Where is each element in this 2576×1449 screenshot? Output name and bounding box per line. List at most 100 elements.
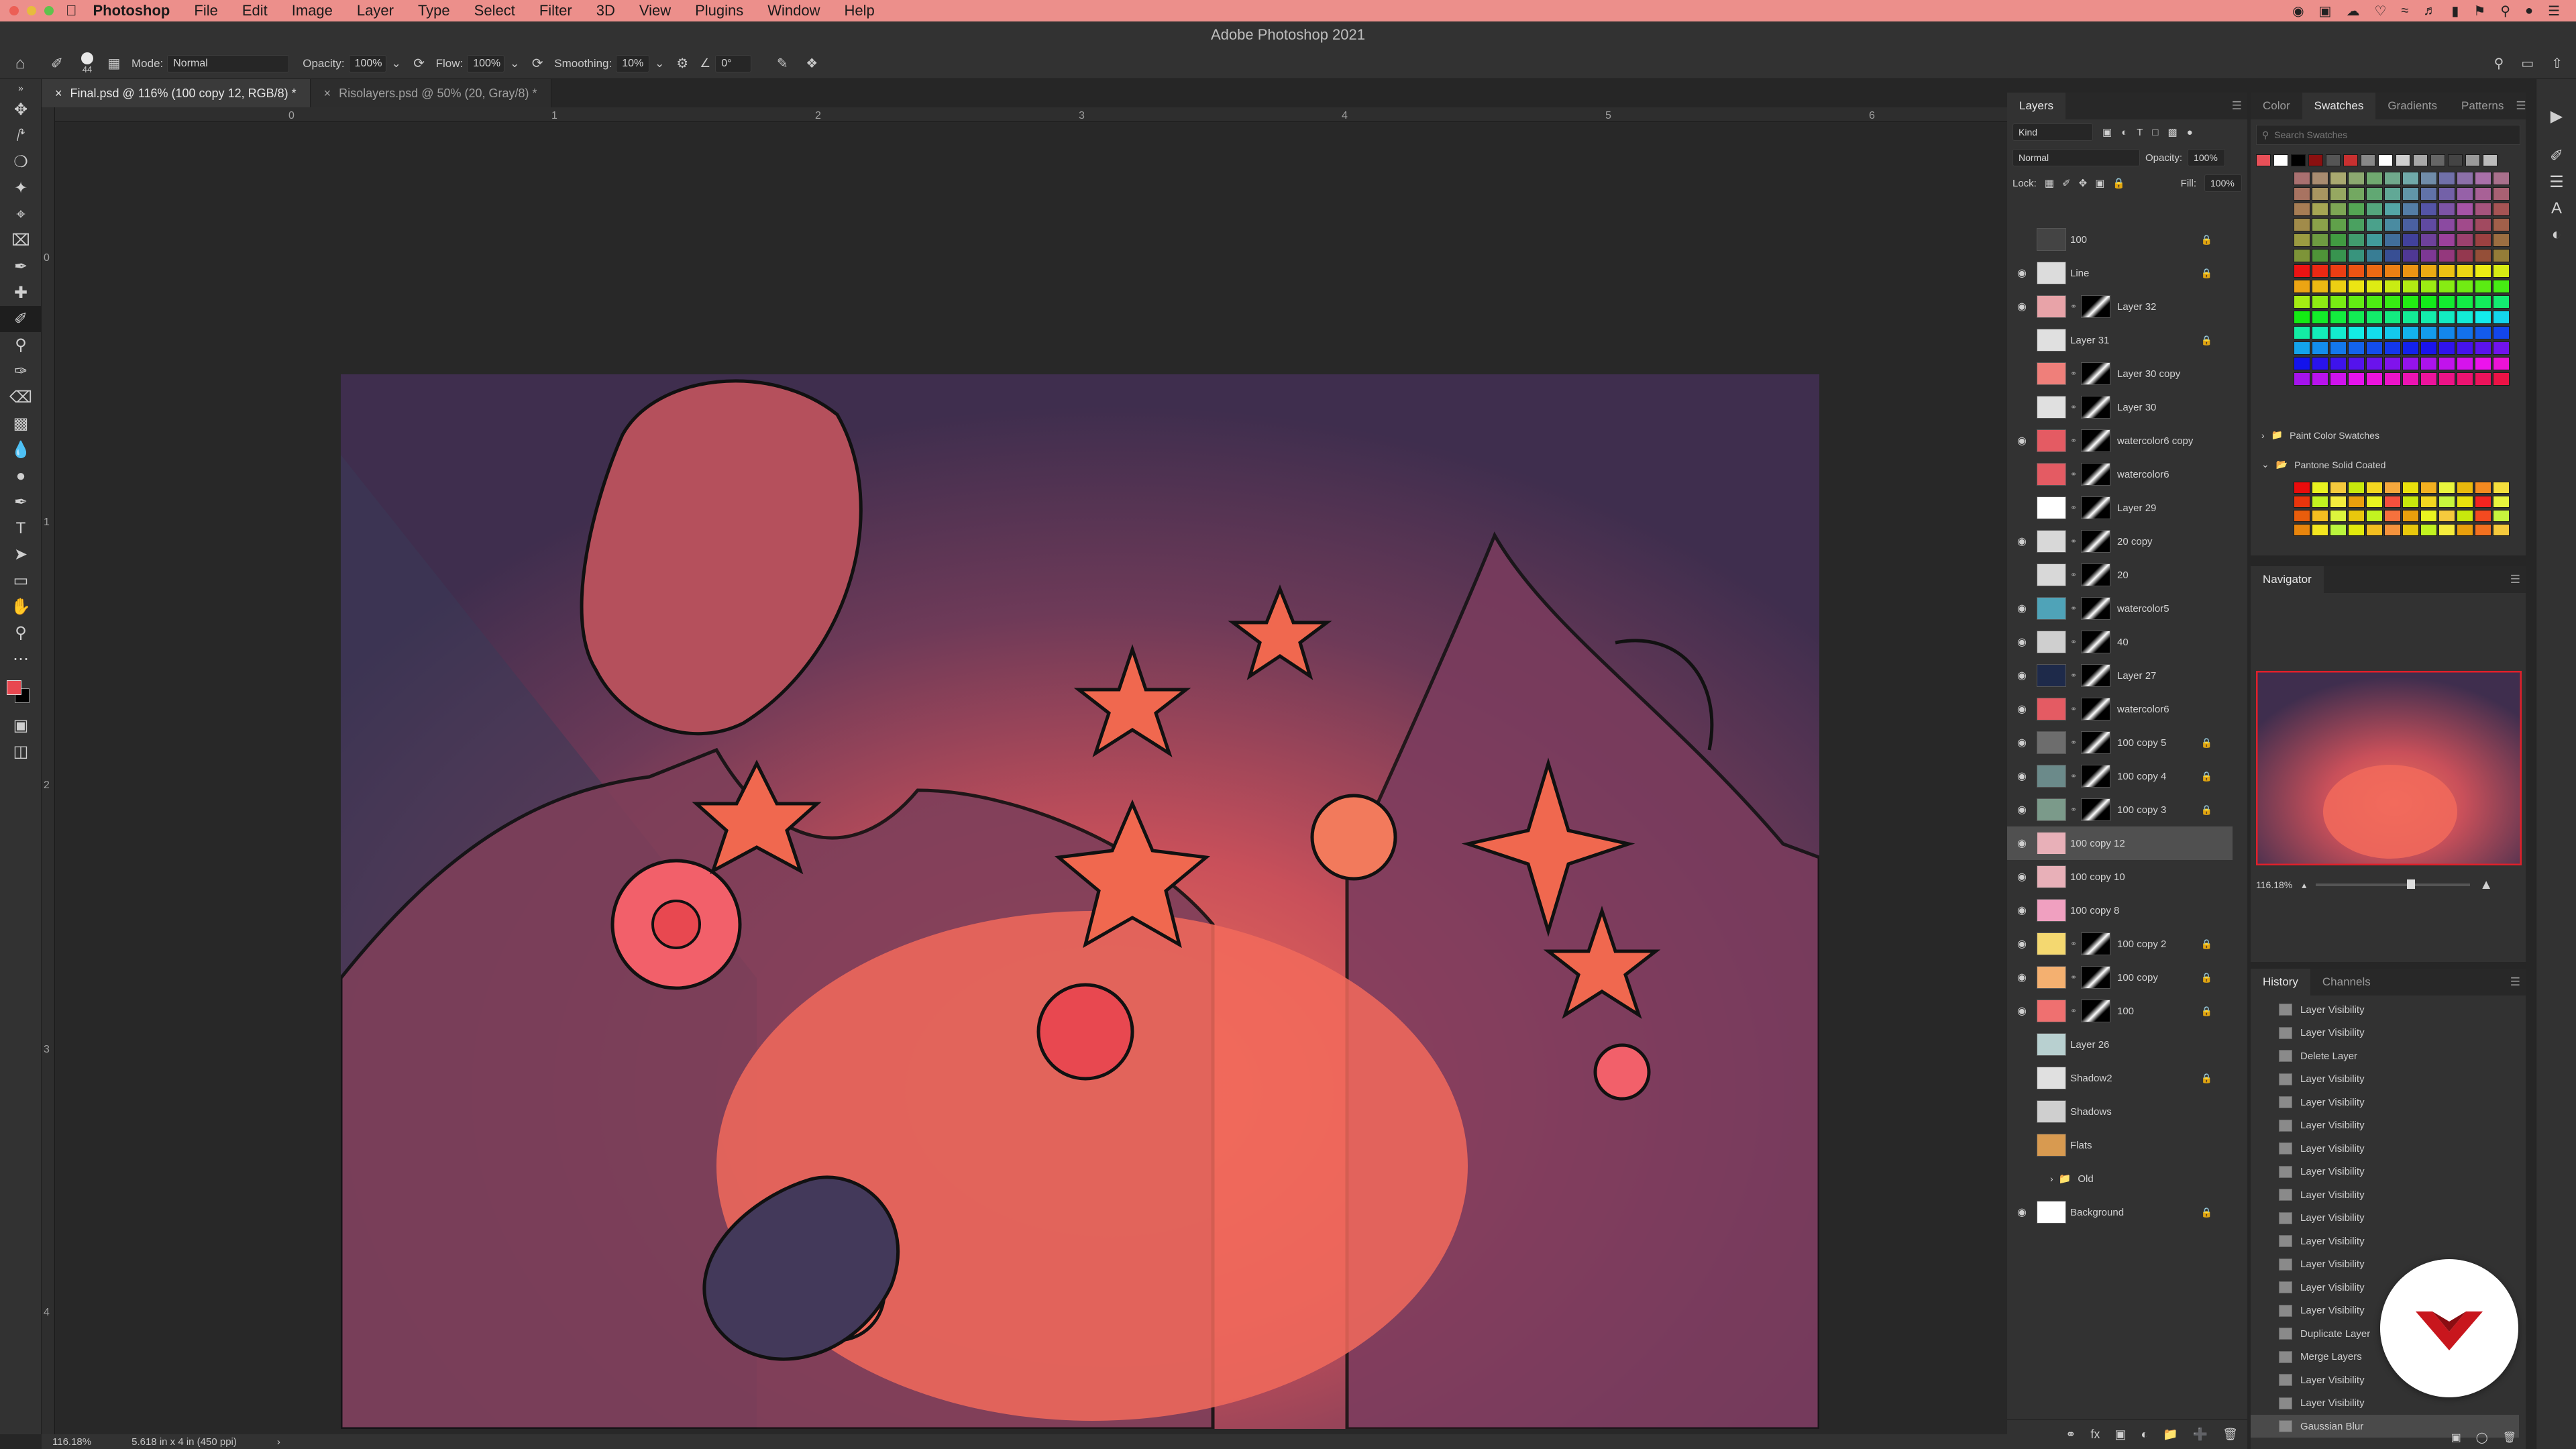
recent-swatch[interactable]: [2256, 154, 2271, 166]
lock-artboard-icon[interactable]: ▣: [2095, 177, 2104, 189]
mask-link-icon[interactable]: ⚭: [2070, 738, 2078, 747]
color-swatch[interactable]: [2366, 233, 2383, 247]
recent-swatch[interactable]: [2378, 154, 2393, 166]
color-swatches[interactable]: [0, 672, 42, 712]
visibility-eye-icon[interactable]: ◉: [2007, 971, 2037, 984]
color-swatch[interactable]: [2384, 326, 2401, 339]
color-swatch[interactable]: [2420, 249, 2437, 262]
tab-layers[interactable]: Layers: [2007, 93, 2066, 119]
zoom-level[interactable]: 116.18%: [52, 1436, 91, 1448]
mask-link-icon[interactable]: ⚭: [2070, 537, 2078, 546]
pantone-swatch[interactable]: [2294, 482, 2310, 494]
pen-tool-icon[interactable]: ✒: [0, 489, 42, 515]
pantone-swatch[interactable]: [2420, 510, 2437, 522]
color-swatch[interactable]: [2402, 172, 2419, 185]
zoom-slider-thumb[interactable]: [2407, 879, 2416, 889]
color-swatch[interactable]: [2294, 372, 2310, 386]
history-state[interactable]: Layer Visibility: [2251, 1183, 2519, 1206]
color-swatch[interactable]: [2312, 280, 2328, 293]
color-swatch[interactable]: [2493, 218, 2510, 231]
color-swatch[interactable]: [2402, 218, 2419, 231]
pantone-swatch[interactable]: [2402, 524, 2419, 536]
pantone-swatch[interactable]: [2366, 524, 2383, 536]
layer-row[interactable]: Shadows: [2007, 1095, 2233, 1128]
color-swatch[interactable]: [2294, 203, 2310, 216]
history-state[interactable]: Layer Visibility: [2251, 1207, 2519, 1230]
color-swatch[interactable]: [2457, 264, 2473, 278]
recent-swatch[interactable]: [2483, 154, 2498, 166]
pantone-swatch[interactable]: [2294, 510, 2310, 522]
zoom-in-icon[interactable]: ▲: [2479, 877, 2493, 893]
mode-select[interactable]: Normal: [167, 54, 290, 72]
color-swatch[interactable]: [2402, 326, 2419, 339]
layer-thumbnail[interactable]: [2037, 1000, 2066, 1022]
color-swatch[interactable]: [2475, 341, 2491, 355]
color-swatch[interactable]: [2402, 187, 2419, 201]
volume-icon[interactable]: ♬: [2423, 3, 2436, 19]
color-swatch[interactable]: [2475, 264, 2491, 278]
color-swatch[interactable]: [2384, 249, 2401, 262]
path-select-tool-icon[interactable]: ➤: [0, 541, 42, 568]
color-swatch[interactable]: [2384, 218, 2401, 231]
visibility-eye-icon[interactable]: ◉: [2007, 535, 2037, 548]
tab-history[interactable]: History: [2251, 969, 2310, 996]
menu-plugins[interactable]: Plugins: [695, 2, 743, 19]
apple-icon[interactable]: : [66, 2, 77, 19]
layer-mask-thumbnail[interactable]: [2081, 530, 2110, 553]
pantone-swatch[interactable]: [2330, 482, 2347, 494]
pantone-swatch[interactable]: [2493, 524, 2510, 536]
pantone-swatch[interactable]: [2475, 496, 2491, 508]
pantone-swatch[interactable]: [2384, 496, 2401, 508]
gradient-tool-icon[interactable]: ▩: [0, 411, 42, 437]
color-swatch[interactable]: [2366, 218, 2383, 231]
color-swatch[interactable]: [2402, 233, 2419, 247]
layer-thumbnail[interactable]: [2037, 295, 2066, 318]
layer-row[interactable]: ◉ 100 copy 8: [2007, 894, 2233, 927]
color-swatch[interactable]: [2366, 280, 2383, 293]
layer-mask-thumbnail[interactable]: [2081, 597, 2110, 620]
crop-tool-icon[interactable]: ⌖: [0, 201, 42, 227]
filter-toggle-icon[interactable]: ●: [2187, 127, 2193, 138]
color-swatch[interactable]: [2294, 264, 2310, 278]
recent-swatch[interactable]: [2361, 154, 2375, 166]
wifi-icon[interactable]: ≈: [2401, 3, 2408, 19]
recent-swatch[interactable]: [2343, 154, 2358, 166]
color-swatch[interactable]: [2294, 187, 2310, 201]
tab-final-psd[interactable]: × Final.psd @ 116% (100 copy 12, RGB/8) …: [42, 79, 311, 107]
color-swatch[interactable]: [2294, 280, 2310, 293]
color-swatch[interactable]: [2402, 203, 2419, 216]
layer-mask-thumbnail[interactable]: [2081, 1000, 2110, 1022]
type-tool-icon[interactable]: T: [0, 515, 42, 541]
opacity-field[interactable]: 100%: [348, 54, 386, 72]
color-swatch[interactable]: [2438, 264, 2455, 278]
color-swatch[interactable]: [2312, 233, 2328, 247]
visibility-eye-icon[interactable]: ◉: [2007, 1205, 2037, 1219]
layer-thumbnail[interactable]: [2037, 396, 2066, 419]
panel-menu-icon[interactable]: ☰: [2232, 99, 2242, 113]
type-filter-icon[interactable]: T: [2137, 127, 2143, 138]
color-swatch[interactable]: [2366, 311, 2383, 324]
menu-layer[interactable]: Layer: [357, 2, 394, 19]
color-swatch[interactable]: [2384, 295, 2401, 309]
lasso-tool-icon[interactable]: ❍: [0, 149, 42, 175]
tab-navigator[interactable]: Navigator: [2251, 566, 2324, 593]
pantone-swatch[interactable]: [2493, 496, 2510, 508]
visibility-eye-icon[interactable]: ◉: [2007, 266, 2037, 280]
delete-layer-icon[interactable]: 🗑: [2222, 1428, 2238, 1442]
horizontal-ruler[interactable]: 0 1 2 3 4 5 6: [55, 107, 2007, 122]
color-swatch[interactable]: [2348, 311, 2365, 324]
layer-thumbnail[interactable]: [2037, 966, 2066, 989]
tab-patterns[interactable]: Patterns: [2449, 93, 2516, 119]
color-swatch[interactable]: [2330, 187, 2347, 201]
pantone-swatch[interactable]: [2384, 482, 2401, 494]
menu-view[interactable]: View: [639, 2, 671, 19]
color-swatch[interactable]: [2438, 233, 2455, 247]
recent-swatch[interactable]: [2430, 154, 2445, 166]
symmetry-icon[interactable]: ❖: [797, 55, 826, 72]
color-swatch[interactable]: [2348, 187, 2365, 201]
color-swatch[interactable]: [2438, 326, 2455, 339]
mask-link-icon[interactable]: ⚭: [2070, 771, 2078, 781]
layer-thumbnail[interactable]: [2037, 631, 2066, 653]
search-icon[interactable]: ⚲: [2494, 55, 2504, 72]
layer-row[interactable]: ◉ ⚭ watercolor6 copy: [2007, 424, 2233, 458]
